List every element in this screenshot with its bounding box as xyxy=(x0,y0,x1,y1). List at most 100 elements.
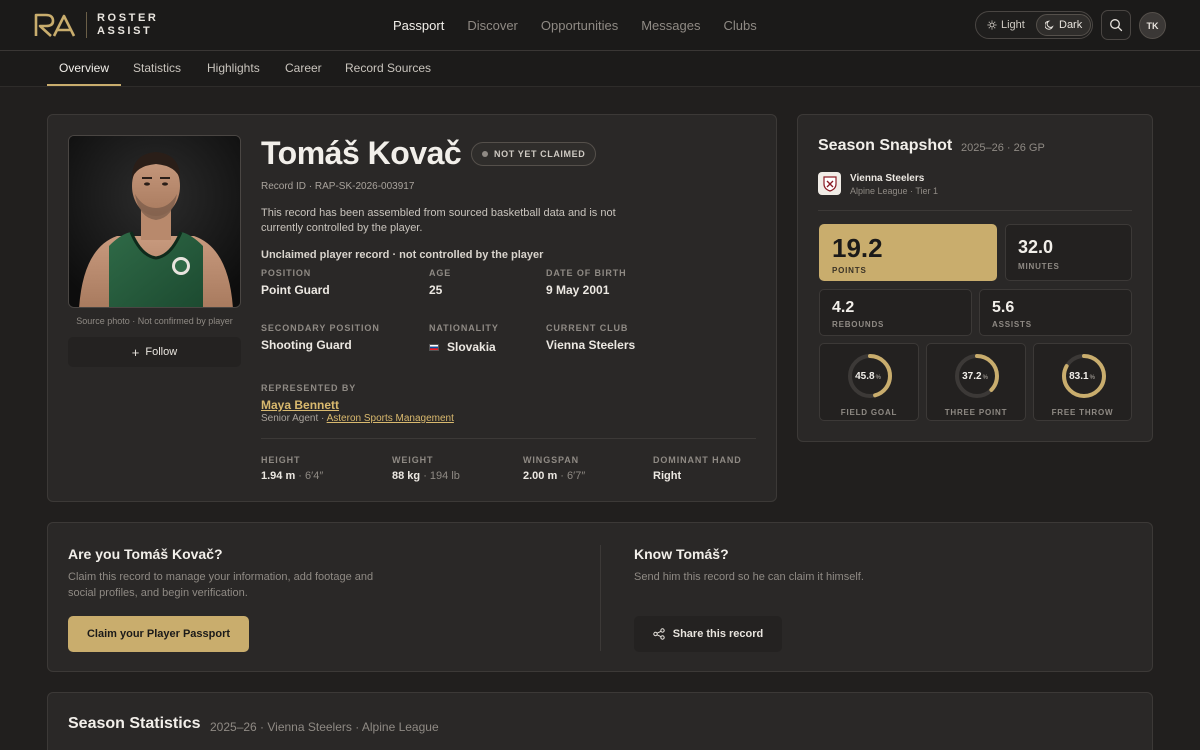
share-record-button[interactable]: Share this record xyxy=(634,616,782,652)
sun-icon xyxy=(987,20,997,30)
season-snapshot-card: Season Snapshot 2025–26 · 26 GP Vienna S… xyxy=(797,114,1153,442)
user-avatar[interactable]: TK xyxy=(1139,12,1166,39)
dominant-hand-value: Right xyxy=(653,470,682,482)
points-stat: 19.2 POINTS xyxy=(819,224,997,281)
share-icon xyxy=(653,628,665,640)
team-league: Alpine League · Tier 1 xyxy=(850,186,939,196)
minutes-stat: 32.0 MINUTES xyxy=(1005,224,1132,281)
agent-details: Senior Agent · Asteron Sports Management xyxy=(261,413,454,424)
moon-icon xyxy=(1045,20,1054,30)
theme-dark-label: Dark xyxy=(1059,19,1083,31)
wingspan-label: WINGSPAN xyxy=(523,455,580,465)
tab-highlights[interactable]: Highlights xyxy=(207,51,260,86)
dob-label: DATE OF BIRTH xyxy=(546,268,627,278)
secondary-position-label: SECONDARY POSITION xyxy=(261,323,380,333)
nav-item-clubs[interactable]: Clubs xyxy=(723,18,756,33)
logo-divider xyxy=(86,12,87,38)
points-label: POINTS xyxy=(832,266,867,275)
wingspan-metric: 2.00 m xyxy=(523,470,558,482)
nav-item-messages[interactable]: Messages xyxy=(641,18,700,33)
follow-button[interactable]: + Follow xyxy=(68,337,241,367)
theme-toggle: Light Dark xyxy=(975,11,1093,39)
tab-statistics[interactable]: Statistics xyxy=(133,51,181,86)
plus-icon: + xyxy=(131,344,140,360)
three-point-value: 37.2% xyxy=(962,371,988,382)
nationality-label: NATIONALITY xyxy=(429,323,499,333)
free-throw-label: FREE THROW xyxy=(1051,408,1114,417)
secondary-position-value: Shooting Guard xyxy=(261,338,352,352)
claim-divider xyxy=(600,545,601,651)
position-value: Point Guard xyxy=(261,283,330,297)
claim-title: Are you Tomáš Kovač? xyxy=(68,546,223,562)
logo[interactable]: ROSTER ASSIST xyxy=(34,12,158,38)
free-throw-gauge-box: 83.1% FREE THROW xyxy=(1033,343,1132,421)
claim-description: Claim this record to manage your informa… xyxy=(68,571,374,599)
three-point-gauge-box: 37.2% THREE POINT xyxy=(926,343,1026,421)
search-icon xyxy=(1110,19,1123,32)
player-name: Tomáš Kovač xyxy=(261,135,462,171)
team-logo xyxy=(818,172,841,195)
unclaimed-note: Unclaimed player record · not controlled… xyxy=(261,249,544,261)
age-label: AGE xyxy=(429,268,452,278)
height-label: HEIGHT xyxy=(261,455,301,465)
team-crest-icon xyxy=(822,175,837,192)
logo-mark-icon xyxy=(34,13,76,37)
logo-line-2: ASSIST xyxy=(97,25,153,37)
agent-name-link[interactable]: Maya Bennett xyxy=(261,398,339,412)
main-nav: Passport Discover Opportunities Messages… xyxy=(393,18,780,33)
field-goal-label: FIELD GOAL xyxy=(840,408,898,417)
free-throw-value: 83.1% xyxy=(1069,371,1095,382)
minutes-label: MINUTES xyxy=(1018,262,1060,271)
three-point-label: THREE POINT xyxy=(944,408,1008,417)
position-label: POSITION xyxy=(261,268,312,278)
weight-label: WEIGHT xyxy=(392,455,434,465)
assists-stat: 5.6 ASSISTS xyxy=(979,289,1132,336)
minutes-value: 32.0 xyxy=(1018,237,1054,257)
weight-metric: 88 kg xyxy=(392,470,421,482)
tab-career[interactable]: Career xyxy=(285,51,322,86)
record-description: This record has been assembled from sour… xyxy=(261,207,616,234)
slovakia-flag-icon xyxy=(429,344,439,352)
search-button[interactable] xyxy=(1101,10,1131,40)
dominant-hand-label: DOMINANT HAND xyxy=(653,455,742,465)
assists-value: 5.6 xyxy=(992,299,1015,316)
snapshot-subtitle: 2025–26 · 26 GP xyxy=(961,142,1045,154)
nav-item-passport[interactable]: Passport xyxy=(393,18,444,33)
theme-dark-button[interactable]: Dark xyxy=(1036,14,1092,36)
agency-link[interactable]: Asteron Sports Management xyxy=(327,413,454,424)
height-value: 1.94 m · 6′4″ xyxy=(261,470,323,482)
follow-label: Follow xyxy=(145,346,178,358)
field-goal-gauge: 45.8% xyxy=(848,354,892,398)
measurements-divider xyxy=(261,438,756,439)
logo-text: ROSTER ASSIST xyxy=(97,12,158,38)
photo-caption: Source photo · Not confirmed by player xyxy=(76,316,233,326)
wingspan-value: 2.00 m · 6′7″ xyxy=(523,470,585,482)
weight-imperial: · 194 lb xyxy=(420,470,460,482)
snapshot-divider xyxy=(818,210,1132,211)
height-imperial: · 6′4″ xyxy=(295,470,324,482)
status-badge: NOT YET CLAIMED xyxy=(471,142,597,166)
sub-nav: Overview Statistics Highlights Career Re… xyxy=(0,51,1200,87)
dob-value: 9 May 2001 xyxy=(546,283,610,297)
claim-passport-button[interactable]: Claim your Player Passport xyxy=(68,616,249,652)
tab-record-sources[interactable]: Record Sources xyxy=(345,51,431,86)
agent-role: Senior Agent · xyxy=(261,413,327,424)
field-goal-gauge-box: 45.8% FIELD GOAL xyxy=(819,343,919,421)
theme-light-button[interactable]: Light xyxy=(979,14,1033,36)
nav-item-discover[interactable]: Discover xyxy=(467,18,518,33)
know-description: Send him this record so he can claim it … xyxy=(634,571,864,583)
wingspan-imperial: · 6′7″ xyxy=(557,470,586,482)
snapshot-title: Season Snapshot xyxy=(818,137,953,154)
nationality-text: Slovakia xyxy=(447,340,496,354)
field-goal-value: 45.8% xyxy=(855,371,881,382)
top-bar: ROSTER ASSIST Passport Discover Opportun… xyxy=(0,0,1200,51)
nav-item-opportunities[interactable]: Opportunities xyxy=(541,18,618,33)
player-photo xyxy=(68,135,241,308)
share-label: Share this record xyxy=(672,628,764,640)
points-value: 19.2 xyxy=(832,233,883,263)
claim-card: Are you Tomáš Kovač? Claim this record t… xyxy=(47,522,1153,672)
logo-line-1: ROSTER xyxy=(97,12,159,24)
nationality-value: Slovakia xyxy=(429,340,496,354)
three-point-gauge: 37.2% xyxy=(955,354,999,398)
tab-overview[interactable]: Overview xyxy=(47,51,122,86)
